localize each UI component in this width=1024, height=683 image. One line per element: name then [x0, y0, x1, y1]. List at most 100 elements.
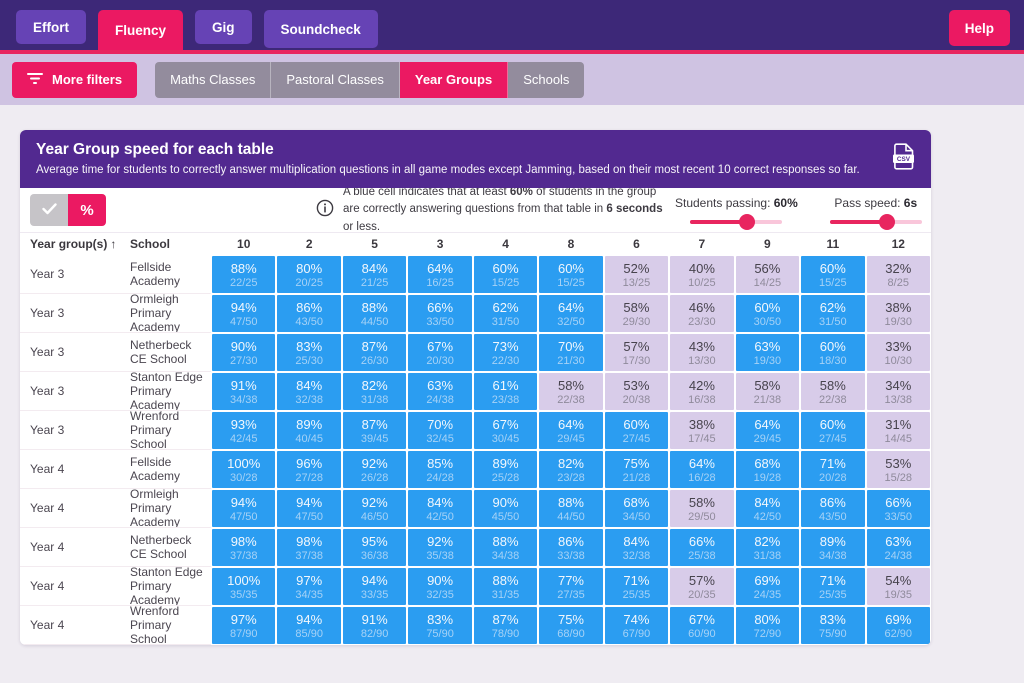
speed-cell: 56%14/25 — [736, 256, 799, 293]
speed-cell: 83%75/90 — [408, 607, 471, 644]
table-row: Year 4Stanton Edge Primary Academy100%35… — [20, 567, 931, 606]
nav-tab-effort[interactable]: Effort — [16, 10, 86, 44]
speed-cell: 60%15/25 — [474, 256, 537, 293]
filter-icon — [27, 72, 43, 88]
speed-cell: 98%37/38 — [277, 529, 340, 566]
school-cell: Ormleigh Primary Academy — [130, 294, 211, 333]
speed-cell: 94%47/50 — [212, 295, 275, 332]
speed-cell: 84%42/50 — [736, 490, 799, 527]
speed-cell: 86%43/50 — [801, 490, 864, 527]
speed-cell: 80%72/90 — [736, 607, 799, 644]
check-icon — [42, 203, 57, 218]
more-filters-button[interactable]: More filters — [12, 62, 137, 98]
speed-cell: 86%33/38 — [539, 529, 602, 566]
speed-cell: 83%75/90 — [801, 607, 864, 644]
speed-cell: 84%32/38 — [277, 373, 340, 410]
speed-cell: 89%34/38 — [801, 529, 864, 566]
speed-cell: 58%29/50 — [670, 490, 733, 527]
speed-cell: 82%31/38 — [736, 529, 799, 566]
column-header-8: 8 — [538, 237, 603, 251]
column-header-4: 4 — [473, 237, 538, 251]
speed-cell: 92%46/50 — [343, 490, 406, 527]
table-row: Year 3Fellside Academy88%22/2580%20/2584… — [20, 255, 931, 294]
speed-cell: 66%33/50 — [408, 295, 471, 332]
speed-cell: 74%67/90 — [605, 607, 668, 644]
speed-cell: 68%34/50 — [605, 490, 668, 527]
speed-cell: 71%25/35 — [801, 568, 864, 605]
info-icon — [316, 199, 334, 222]
school-cell: Netherbeck CE School — [130, 333, 211, 372]
speed-cell: 58%22/38 — [539, 373, 602, 410]
speed-cell: 58%29/30 — [605, 295, 668, 332]
speed-cell: 57%17/30 — [605, 334, 668, 371]
nav-tab-gig[interactable]: Gig — [195, 10, 252, 44]
speed-cell: 68%19/28 — [736, 451, 799, 488]
speed-cell: 83%25/30 — [277, 334, 340, 371]
speed-cell: 62%31/50 — [474, 295, 537, 332]
tab-year-groups[interactable]: Year Groups — [400, 62, 508, 98]
speed-cell: 53%20/38 — [605, 373, 668, 410]
pass-speed-track[interactable] — [830, 220, 922, 224]
checkmark-toggle-button[interactable] — [30, 194, 68, 226]
speed-cell: 84%21/25 — [343, 256, 406, 293]
table-row: Year 3Ormleigh Primary Academy94%47/5086… — [20, 294, 931, 333]
card-header: Year Group speed for each table Average … — [20, 130, 931, 188]
top-nav: Effort Fluency Gig Soundcheck Help — [0, 0, 1024, 50]
school-cell: Fellside Academy — [130, 450, 211, 489]
speed-cell: 84%32/38 — [605, 529, 668, 566]
table-row: Year 4Wrenford Primary School97%87/9094%… — [20, 606, 931, 645]
pass-speed-label: Pass speed: 6s — [834, 196, 917, 210]
pass-speed-slider: Pass speed: 6s — [830, 196, 922, 224]
speed-cell: 84%42/50 — [408, 490, 471, 527]
nav-tab-fluency[interactable]: Fluency — [98, 10, 183, 50]
year-group-cell: Year 3 — [20, 333, 130, 372]
speed-cell: 82%31/38 — [343, 373, 406, 410]
speed-cell: 60%15/25 — [801, 256, 864, 293]
column-header-6: 6 — [604, 237, 669, 251]
nav-tab-soundcheck[interactable]: Soundcheck — [264, 10, 378, 48]
speed-cell: 86%43/50 — [277, 295, 340, 332]
speed-cell: 94%47/50 — [277, 490, 340, 527]
year-group-cell: Year 3 — [20, 294, 130, 333]
speed-cell: 88%44/50 — [539, 490, 602, 527]
speed-cell: 95%36/38 — [343, 529, 406, 566]
tab-pastoral-classes[interactable]: Pastoral Classes — [271, 62, 400, 98]
column-header-5: 5 — [342, 237, 407, 251]
speed-cell: 38%17/45 — [670, 412, 733, 449]
speed-cell: 63%19/30 — [736, 334, 799, 371]
pass-speed-thumb[interactable] — [879, 214, 895, 230]
students-passing-track[interactable] — [690, 220, 782, 224]
table-row: Year 3Stanton Edge Primary Academy91%34/… — [20, 372, 931, 411]
speed-cell: 54%19/35 — [867, 568, 930, 605]
tab-maths-classes[interactable]: Maths Classes — [155, 62, 271, 98]
display-mode-toggle: % — [30, 194, 106, 226]
speed-cell: 87%26/30 — [343, 334, 406, 371]
speed-cell: 88%34/38 — [474, 529, 537, 566]
speed-cell: 92%35/38 — [408, 529, 471, 566]
table-row: Year 3Wrenford Primary School93%42/4589%… — [20, 411, 931, 450]
speed-cell: 87%78/90 — [474, 607, 537, 644]
svg-text:CSV: CSV — [897, 156, 911, 163]
help-button[interactable]: Help — [949, 10, 1010, 46]
speed-cell: 58%21/38 — [736, 373, 799, 410]
students-passing-slider: Students passing: 60% — [675, 196, 798, 224]
speed-cell: 66%33/50 — [867, 490, 930, 527]
speed-cell: 88%44/50 — [343, 295, 406, 332]
speed-cell: 60%27/45 — [605, 412, 668, 449]
speed-cell: 100%35/35 — [212, 568, 275, 605]
speed-cell: 91%82/90 — [343, 607, 406, 644]
speed-cell: 90%45/50 — [474, 490, 537, 527]
speed-cell: 77%27/35 — [539, 568, 602, 605]
year-group-cell: Year 4 — [20, 489, 130, 528]
csv-download-button[interactable]: CSV — [892, 143, 915, 173]
speed-cell: 87%39/45 — [343, 412, 406, 449]
speed-cell: 60%15/25 — [539, 256, 602, 293]
year-group-sort-header[interactable]: Year group(s)↑ — [20, 237, 130, 251]
legend-info: A blue cell indicates that at least 60% … — [316, 184, 675, 236]
school-cell: Ormleigh Primary Academy — [130, 489, 211, 528]
students-passing-label: Students passing: 60% — [675, 196, 798, 210]
tab-schools[interactable]: Schools — [508, 62, 584, 98]
percent-toggle-button[interactable]: % — [68, 194, 106, 226]
column-header-2: 2 — [276, 237, 341, 251]
students-passing-thumb[interactable] — [739, 214, 755, 230]
